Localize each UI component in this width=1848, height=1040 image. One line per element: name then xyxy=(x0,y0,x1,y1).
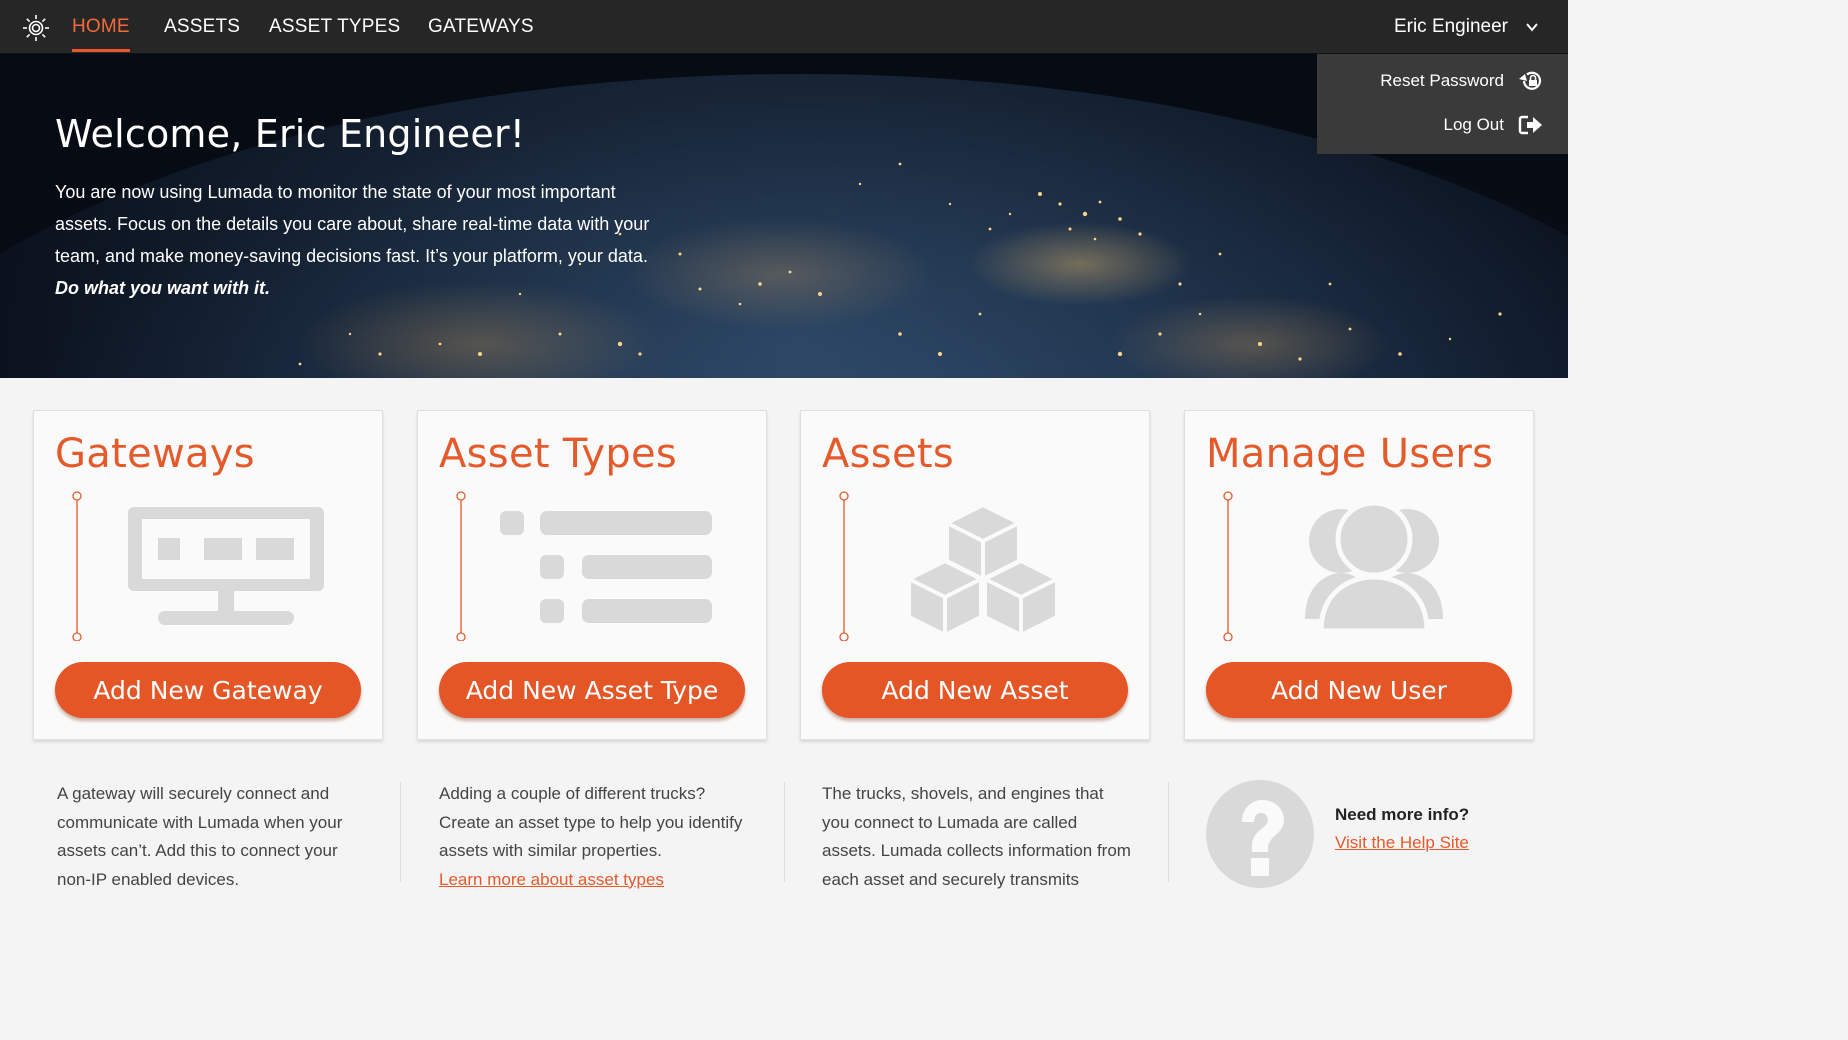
cubes-icon xyxy=(907,503,1059,635)
asset-types-description: Adding a couple of different trucks? Cre… xyxy=(439,780,749,894)
welcome-title: Welcome, Eric Engineer! xyxy=(55,112,526,156)
user-name: Eric Engineer xyxy=(1393,16,1508,37)
welcome-emphasis: Do what you want with it. xyxy=(55,278,270,298)
manage-users-card: Manage Users Add New User xyxy=(1184,410,1534,740)
welcome-body: You are now using Lumada to monitor the … xyxy=(55,182,650,266)
assets-card: Assets Add New Asset xyxy=(800,410,1150,740)
gateways-card-title: Gateways xyxy=(55,431,255,477)
manage-users-card-title: Manage Users xyxy=(1206,431,1494,477)
assets-description: The trucks, shovels, and engines that yo… xyxy=(822,784,1131,889)
column-divider xyxy=(784,782,785,882)
timeline-decoration xyxy=(1223,491,1233,641)
visit-help-site-link[interactable]: Visit the Help Site xyxy=(1335,833,1469,853)
asset-types-card: Asset Types Add New Asset Type xyxy=(417,410,767,740)
reset-password-item[interactable]: Reset Password xyxy=(1380,70,1544,92)
nav-asset-types[interactable]: ASSET TYPES xyxy=(269,16,400,38)
asset-types-card-title: Asset Types xyxy=(439,431,678,477)
help-title: Need more info? xyxy=(1335,805,1470,824)
reset-password-icon xyxy=(1519,71,1542,90)
logout-icon xyxy=(1518,115,1542,135)
users-icon xyxy=(1305,500,1443,634)
top-navigation-bar: HOME ASSETS ASSET TYPES GATEWAYS Eric En… xyxy=(0,0,1568,54)
logout-label: Log Out xyxy=(1443,115,1505,134)
list-icon xyxy=(500,511,712,623)
nav-gateways[interactable]: GATEWAYS xyxy=(428,16,534,38)
timeline-decoration xyxy=(72,491,82,641)
nav-assets[interactable]: ASSETS xyxy=(164,16,240,38)
active-nav-indicator xyxy=(72,49,130,52)
timeline-decoration xyxy=(839,491,849,641)
welcome-text: You are now using Lumada to monitor the … xyxy=(55,176,675,304)
logout-item[interactable]: Log Out xyxy=(1444,114,1545,136)
user-dropdown-menu: Reset Password Log Out xyxy=(1317,54,1568,154)
chevron-down-icon xyxy=(1526,23,1538,32)
assets-card-title: Assets xyxy=(822,431,954,477)
timeline-decoration xyxy=(456,491,466,641)
add-new-user-button[interactable]: Add New User xyxy=(1206,662,1512,718)
asset-types-description-text: Adding a couple of different trucks? Cre… xyxy=(439,784,743,860)
column-divider xyxy=(400,782,401,882)
add-new-gateway-button[interactable]: Add New Gateway xyxy=(55,662,361,718)
reset-password-label: Reset Password xyxy=(1380,71,1504,90)
nav-home[interactable]: HOME xyxy=(72,16,130,38)
user-menu[interactable]: Eric Engineer xyxy=(1394,16,1540,38)
gateways-card: Gateways Add New Gateway xyxy=(33,410,383,740)
column-divider xyxy=(1168,782,1169,882)
gateway-icon xyxy=(128,507,324,625)
add-new-asset-type-button[interactable]: Add New Asset Type xyxy=(439,662,745,718)
gateways-description: A gateway will securely connect and comm… xyxy=(57,784,343,889)
learn-more-asset-types-link[interactable]: Learn more about asset types xyxy=(439,870,664,889)
add-new-asset-button[interactable]: Add New Asset xyxy=(822,662,1128,718)
help-question-icon xyxy=(1206,780,1314,888)
lumada-logo-icon[interactable] xyxy=(20,14,52,42)
